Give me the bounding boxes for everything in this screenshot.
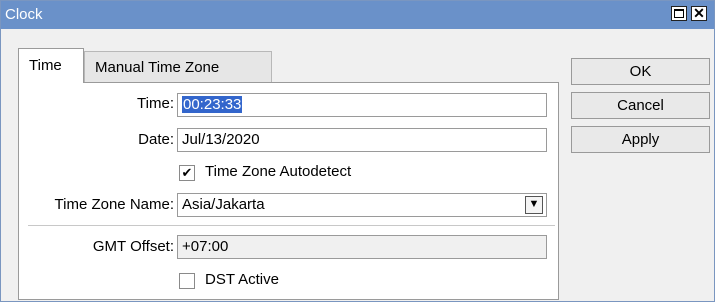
gmt-offset-label: GMT Offset: [92,238,174,255]
dst-active-checkbox [179,273,195,289]
dropdown-arrow-icon[interactable]: ▼ [525,196,543,214]
autodetect-checkbox[interactable]: ✔ [179,165,195,181]
gmt-offset-field: +07:00 [177,235,547,259]
dst-active-label: DST Active [205,271,279,288]
tab-time[interactable]: Time [18,48,84,83]
date-label: Date: [138,131,174,148]
tz-name-value: Asia/Jakarta [182,196,265,213]
separator [28,225,555,226]
maximize-icon[interactable] [671,6,687,21]
time-panel: Time: 00:23:33 Date: Jul/13/2020 ✔ Time … [18,82,559,300]
cancel-button[interactable]: Cancel [571,92,710,119]
ok-button[interactable]: OK [571,58,710,85]
time-label: Time: [137,95,174,112]
tz-name-select[interactable]: Asia/Jakarta [177,193,547,217]
time-value: 00:23:33 [182,96,243,113]
time-input[interactable]: 00:23:33 [177,93,547,117]
close-icon[interactable]: ✕ [691,6,707,21]
window-title: Clock [5,6,43,23]
apply-button[interactable]: Apply [571,126,710,153]
title-bar[interactable]: Clock ✕ [1,1,714,29]
autodetect-label: Time Zone Autodetect [205,163,352,180]
tz-name-label: Time Zone Name: [54,196,174,213]
date-input[interactable]: Jul/13/2020 [177,128,547,152]
tab-manual-time-zone[interactable]: Manual Time Zone [84,51,272,82]
clock-window: Clock ✕ Time Manual Time Zone Time: 00:2… [0,0,715,302]
